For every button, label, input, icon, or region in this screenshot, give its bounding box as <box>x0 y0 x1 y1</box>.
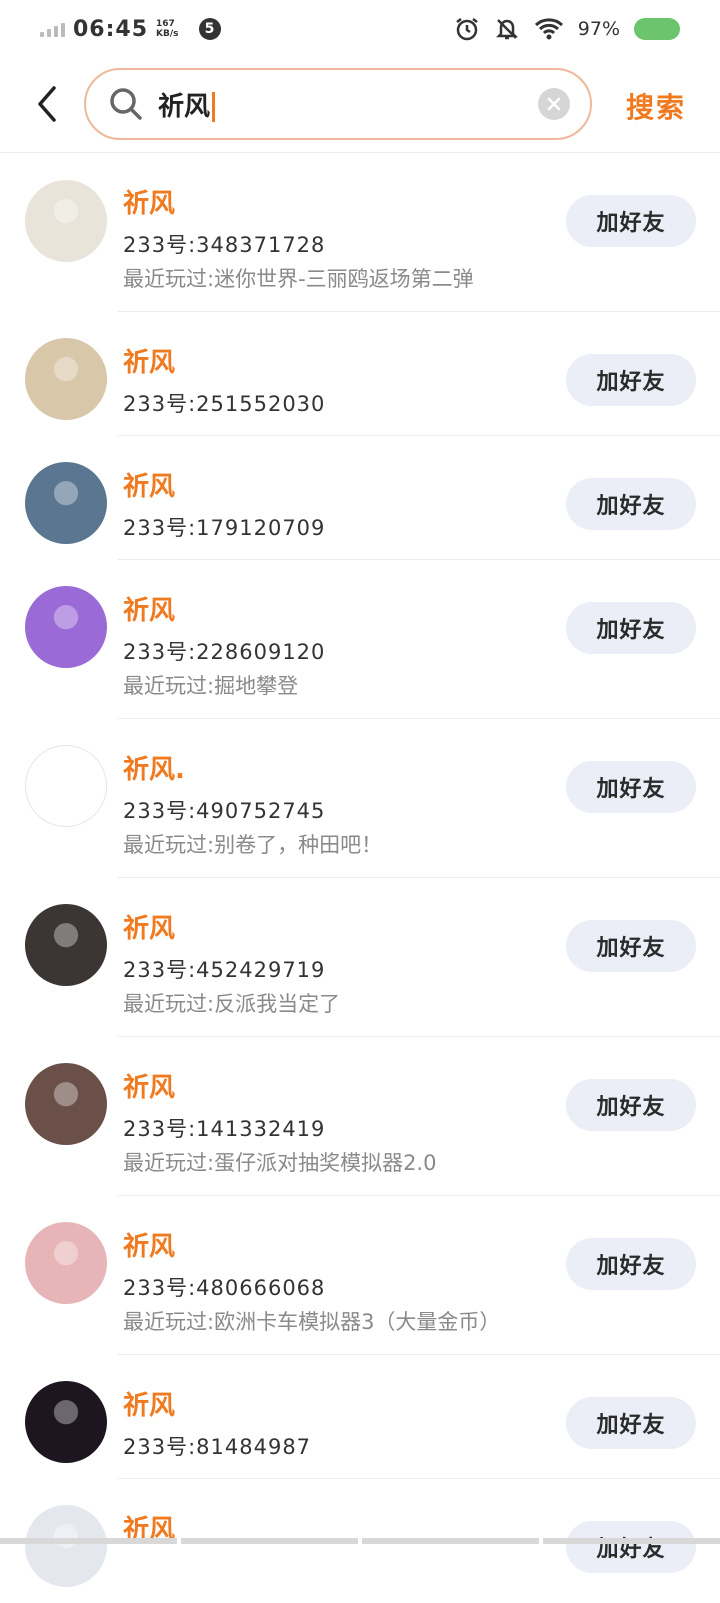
search-query-text[interactable]: 祈风 <box>158 86 216 123</box>
add-friend-button[interactable]: 加好友 <box>566 1079 696 1131</box>
user-name: 祈风. <box>123 755 185 785</box>
add-friend-button[interactable]: 加好友 <box>566 195 696 247</box>
recently-played: 最近玩过:反派我当定了 <box>123 992 341 1016</box>
notification-count-badge: 5 <box>198 18 221 40</box>
list-item[interactable]: 祈风. 233号:490752745 最近玩过:别卷了，种田吧！ 加好友 <box>0 719 720 878</box>
avatar[interactable] <box>25 586 107 668</box>
clear-search-button[interactable] <box>538 88 570 120</box>
user-id: 233号:251552030 <box>123 392 326 416</box>
search-icon <box>110 88 142 120</box>
scroll-indicator <box>0 1538 720 1544</box>
search-header: 祈风 搜索 <box>0 58 720 152</box>
recently-played: 最近玩过:迷你世界-三丽鸥返场第二弹 <box>123 267 474 291</box>
user-name: 祈风 <box>123 472 176 502</box>
add-friend-button[interactable]: 加好友 <box>566 354 696 406</box>
recently-played: 最近玩过:蛋仔派对抽奖模拟器2.0 <box>123 1151 437 1175</box>
chevron-left-icon[interactable] <box>30 84 64 124</box>
add-friend-button[interactable]: 加好友 <box>566 478 696 530</box>
network-speed: 167 KB/s <box>156 19 179 39</box>
add-friend-button[interactable]: 加好友 <box>566 1238 696 1290</box>
list-item[interactable]: 祈风 233号:81484987 加好友 <box>0 1355 720 1479</box>
user-id: 233号:228609120 <box>123 640 326 664</box>
user-id: 233号:81484987 <box>123 1435 312 1459</box>
status-bar: 06:45 167 KB/s 5 97% <box>0 0 720 58</box>
user-id: 233号:480666068 <box>123 1276 326 1300</box>
list-item[interactable]: 祈风 233号:480666068 最近玩过:欧洲卡车模拟器3（大量金币） 加好… <box>0 1196 720 1355</box>
avatar[interactable] <box>25 180 107 262</box>
user-name: 祈风 <box>123 1391 176 1421</box>
list-item[interactable]: 祈风 233号:452429719 最近玩过:反派我当定了 加好友 <box>0 878 720 1037</box>
user-name: 祈风 <box>123 1073 176 1103</box>
list-item[interactable]: 祈风 233号:179120709 加好友 <box>0 436 720 560</box>
avatar[interactable] <box>25 1222 107 1304</box>
user-id: 233号:179120709 <box>123 516 326 540</box>
add-friend-button[interactable]: 加好友 <box>566 1521 696 1573</box>
text-caret <box>212 92 216 122</box>
signal-icon <box>40 21 65 37</box>
avatar[interactable] <box>25 1063 107 1145</box>
user-name: 祈风 <box>123 914 176 944</box>
avatar[interactable] <box>25 904 107 986</box>
user-name: 祈风 <box>123 348 176 378</box>
avatar[interactable] <box>25 1381 107 1463</box>
user-name: 祈风 <box>123 596 176 626</box>
recently-played: 最近玩过:欧洲卡车模拟器3（大量金币） <box>123 1310 501 1334</box>
search-input[interactable]: 祈风 <box>84 68 592 140</box>
wifi-icon <box>534 18 563 40</box>
avatar[interactable] <box>25 338 107 420</box>
clock: 06:45 <box>73 16 149 42</box>
add-friend-button[interactable]: 加好友 <box>566 1397 696 1449</box>
avatar[interactable] <box>25 745 107 827</box>
list-item[interactable]: 祈风 233号:228609120 最近玩过:掘地攀登 加好友 <box>0 560 720 719</box>
add-friend-button[interactable]: 加好友 <box>566 920 696 972</box>
user-id: 233号:490752745 <box>123 799 326 823</box>
list-item[interactable]: 祈风 233号:348371728 最近玩过:迷你世界-三丽鸥返场第二弹 加好友 <box>0 153 720 312</box>
user-id: 233号:348371728 <box>123 233 326 257</box>
list-item[interactable]: 祈风 233号:251552030 加好友 <box>0 312 720 436</box>
avatar[interactable] <box>25 462 107 544</box>
user-name: 祈风 <box>123 1232 176 1262</box>
user-id: 233号:452429719 <box>123 958 326 982</box>
user-result-list: 祈风 233号:348371728 最近玩过:迷你世界-三丽鸥返场第二弹 加好友… <box>0 153 720 1603</box>
battery-percentage: 97% <box>577 18 620 40</box>
user-id: 233号:141332419 <box>123 1117 326 1141</box>
alarm-icon <box>456 18 478 41</box>
close-icon <box>547 97 561 111</box>
battery-icon <box>634 18 680 40</box>
add-friend-button[interactable]: 加好友 <box>566 761 696 813</box>
bell-off-icon <box>495 19 518 40</box>
search-button[interactable]: 搜索 <box>626 86 686 126</box>
list-item[interactable]: 祈风 233号:141332419 最近玩过:蛋仔派对抽奖模拟器2.0 加好友 <box>0 1037 720 1196</box>
recently-played: 最近玩过:掘地攀登 <box>123 674 299 698</box>
add-friend-button[interactable]: 加好友 <box>566 602 696 654</box>
user-name: 祈风 <box>123 189 176 219</box>
recently-played: 最近玩过:别卷了，种田吧！ <box>123 833 383 857</box>
avatar[interactable] <box>25 1505 107 1587</box>
